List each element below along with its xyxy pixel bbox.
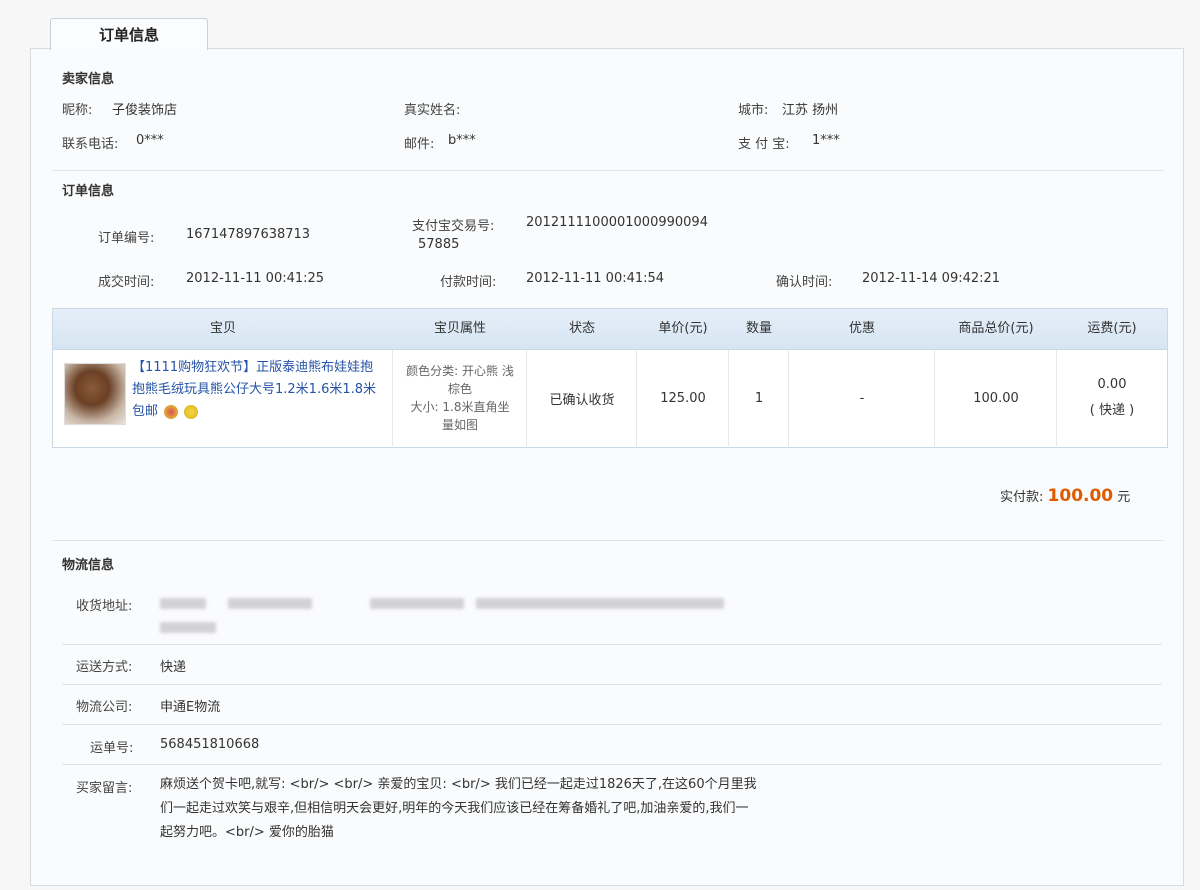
col-header-status: 状态 (568, 321, 595, 336)
divider (52, 540, 1164, 541)
buyer-memo-text: 麻烦送个贺卡吧,就写: <br/> <br/> 亲爱的宝贝: <br/> 我们已… (160, 777, 757, 840)
confirm-time-label: 确认时间: (776, 275, 833, 290)
redacted-address (370, 598, 464, 609)
divider (62, 684, 1162, 685)
phone-label: 联系电话: (62, 137, 119, 152)
logistics-company-label: 物流公司: (76, 700, 133, 715)
logistics-company-value: 申通E物流 (160, 700, 221, 715)
col-header-price: 单价(元) (658, 321, 708, 336)
alipay-label: 支 付 宝: (738, 137, 790, 152)
product-attributes: 颜色分类: 开心熊 浅棕色 大小: 1.8米直角坐量如图 (392, 350, 527, 446)
trade-number-line2: 57885 (418, 237, 460, 252)
order-panel (30, 48, 1184, 886)
col-header-item: 宝贝 (209, 321, 236, 336)
alipay-value: 1*** (812, 133, 840, 148)
total-cell: 100.00 (934, 350, 1057, 446)
tab-order-info[interactable]: 订单信息 (50, 18, 208, 50)
attr-size: 大小: 1.8米直角坐量如图 (410, 400, 510, 432)
deal-time-value: 2012-11-11 00:41:25 (186, 271, 325, 286)
qty-value: 1 (754, 390, 764, 406)
flower-icon (184, 404, 199, 419)
col-header-qty: 数量 (745, 321, 772, 336)
city-value: 江苏 扬州 (782, 103, 839, 118)
email-label: 邮件: (404, 137, 435, 152)
goods-table-header: 宝贝 宝贝属性 状态 单价(元) 数量 优惠 商品总价(元) 运费(元) (53, 309, 1167, 350)
qty-cell: 1 (728, 350, 789, 446)
status-text: 已确认收货 (549, 392, 615, 408)
redacted-address (228, 598, 312, 609)
discount-cell: - (788, 350, 935, 446)
redacted-address (476, 598, 724, 609)
realname-label: 真实姓名: (404, 103, 461, 118)
shipping-cell: 0.00 ( 快递 ) (1056, 350, 1167, 446)
pay-time-label: 付款时间: (440, 275, 497, 290)
confirm-time-value: 2012-11-14 09:42:21 (862, 271, 1001, 286)
divider (62, 724, 1162, 725)
price-cell: 125.00 (636, 350, 729, 446)
phone-value: 0*** (136, 133, 164, 148)
divider (62, 644, 1162, 645)
deal-time-label: 成交时间: (98, 275, 155, 290)
email-value: b*** (448, 133, 476, 148)
redacted-address (160, 622, 216, 633)
waybill-value: 568451810668 (160, 737, 260, 752)
attr-color: 颜色分类: 开心熊 浅棕色 (406, 364, 514, 396)
discount-value: - (859, 390, 865, 406)
pay-time-value: 2012-11-11 00:41:54 (526, 271, 665, 286)
buyer-memo-label: 买家留言: (76, 781, 133, 796)
shipping-method-label: 运送方式: (76, 660, 133, 675)
col-header-shipping: 运费(元) (1087, 321, 1137, 336)
address-label: 收货地址: (76, 599, 133, 614)
divider (62, 764, 1162, 765)
order-number-label: 订单编号: (98, 231, 155, 246)
payment-amount: 100.00 (1047, 486, 1114, 506)
order-section-title: 订单信息 (62, 184, 115, 199)
col-header-attr: 宝贝属性 (433, 321, 486, 336)
shipping-method: ( 快递 ) (1089, 403, 1135, 418)
col-header-discount: 优惠 (848, 321, 875, 336)
divider (52, 170, 1164, 171)
trade-number-label: 支付宝交易号: (412, 219, 495, 234)
payment-label: 实付款: (1000, 490, 1044, 505)
col-header-total: 商品总价(元) (958, 321, 1034, 336)
total-value: 100.00 (973, 390, 1019, 406)
product-title-link[interactable]: 【1111购物狂欢节】正版泰迪熊布娃娃抱抱熊毛绒玩具熊公仔大号1.2米1.6米1… (132, 357, 382, 423)
payment-summary: 实付款: 100.00 元 (1000, 486, 1130, 506)
order-number-value: 167147897638713 (186, 227, 311, 242)
shipping-method-value: 快递 (160, 660, 187, 675)
product-thumbnail[interactable] (64, 363, 126, 425)
city-label: 城市: (738, 103, 769, 118)
trade-number-line1: 2012111100001000990094 (526, 215, 708, 230)
nickname-value: 子俊装饰店 (112, 103, 178, 118)
logistics-section-title: 物流信息 (62, 558, 115, 573)
shipping-fee: 0.00 (1097, 377, 1127, 392)
status-cell: 已确认收货 (526, 350, 637, 446)
nickname-label: 昵称: (62, 103, 93, 118)
price-value: 125.00 (660, 390, 706, 406)
payment-unit: 元 (1117, 490, 1131, 505)
flower-icon (164, 404, 179, 419)
waybill-label: 运单号: (90, 741, 134, 756)
seller-section-title: 卖家信息 (62, 72, 115, 87)
redacted-address (160, 598, 206, 609)
